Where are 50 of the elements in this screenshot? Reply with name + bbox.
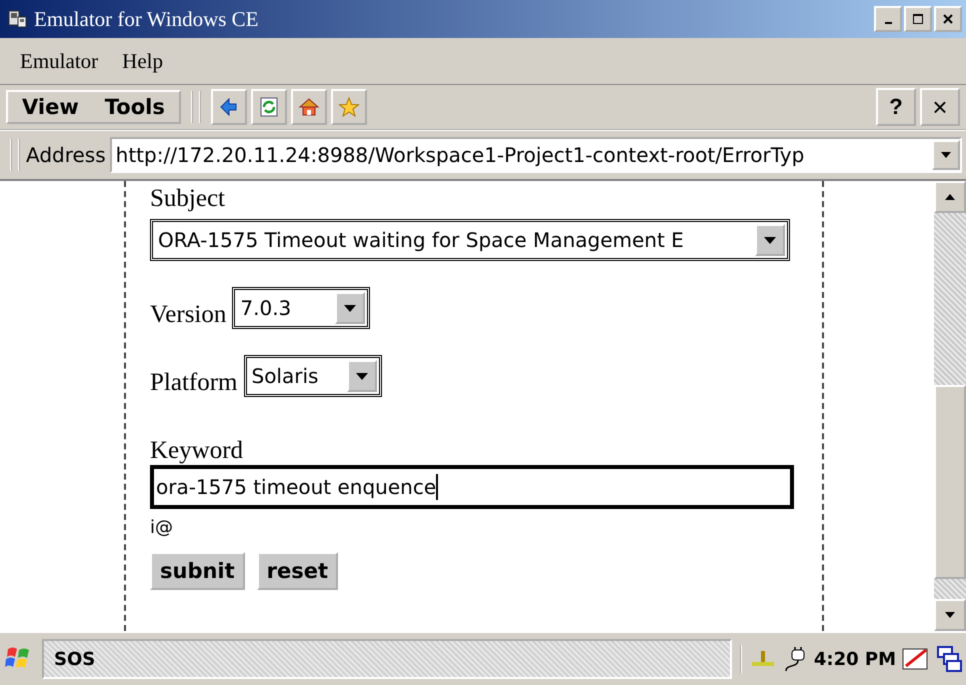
field-label: Version [150,301,226,329]
maximize-icon [912,13,924,25]
dropdown-button[interactable] [755,224,785,256]
windows-switch-icon[interactable] [936,645,962,673]
clock: 4:20 PM [814,648,896,670]
star-icon [338,96,360,118]
toolbar-grip[interactable] [10,139,20,171]
favorites-button[interactable] [330,89,367,125]
device-icon [8,9,28,29]
minimize-icon [884,22,892,24]
scroll-down-button[interactable] [934,599,966,631]
scroll-up-button[interactable] [934,181,966,213]
back-button[interactable] [210,89,247,125]
subject-dropdown[interactable]: ORA-1575 Timeout waiting for Space Management E [150,219,790,261]
taskbar-task-button[interactable]: SOS [42,639,732,679]
form-button[interactable]: subnit [150,552,245,590]
home-icon [298,96,320,118]
maximize-button[interactable] [904,6,932,32]
pen-input-icon[interactable] [902,646,930,672]
caret-icon [763,236,777,244]
command-menu[interactable]: Tools [104,95,165,119]
refresh-icon [258,96,280,118]
menu-item[interactable]: Emulator [20,48,98,74]
address-label: Address [26,143,106,167]
version-dropdown[interactable]: 7.0.3 [232,287,370,329]
help-button[interactable]: ? [876,88,916,126]
up-caret-icon [944,193,956,201]
caret-icon [354,372,368,380]
refresh-button[interactable] [250,89,287,125]
dropdown-button[interactable] [335,292,366,324]
keyword-input[interactable]: ora-1575 timeout enquence [150,465,794,509]
close-icon [942,13,954,25]
vertical-scrollbar[interactable] [934,181,966,631]
form-button[interactable]: reset [256,552,338,590]
field-label: Subject [150,185,225,213]
caret-icon [944,611,956,619]
menu-item[interactable]: Help [122,48,163,74]
dropdown-button[interactable] [346,360,376,392]
caret-icon [343,304,358,312]
input-mode-indicator: i@ [150,517,174,538]
command-menu[interactable]: View [22,95,79,119]
field-label: Platform [150,369,238,397]
close-button[interactable]: × [920,88,960,126]
address-field[interactable]: http://172.20.11.24:8988/Workspace1-Project1-context-root/ErrorTyp [110,137,962,173]
close-button[interactable] [934,6,962,32]
home-button[interactable] [290,89,327,125]
window-title: Emulator for Windows CE [34,6,258,32]
platform-dropdown[interactable]: Solaris [244,355,382,397]
field-label: Keyword [150,437,244,465]
toolbar-grip[interactable] [190,91,201,123]
